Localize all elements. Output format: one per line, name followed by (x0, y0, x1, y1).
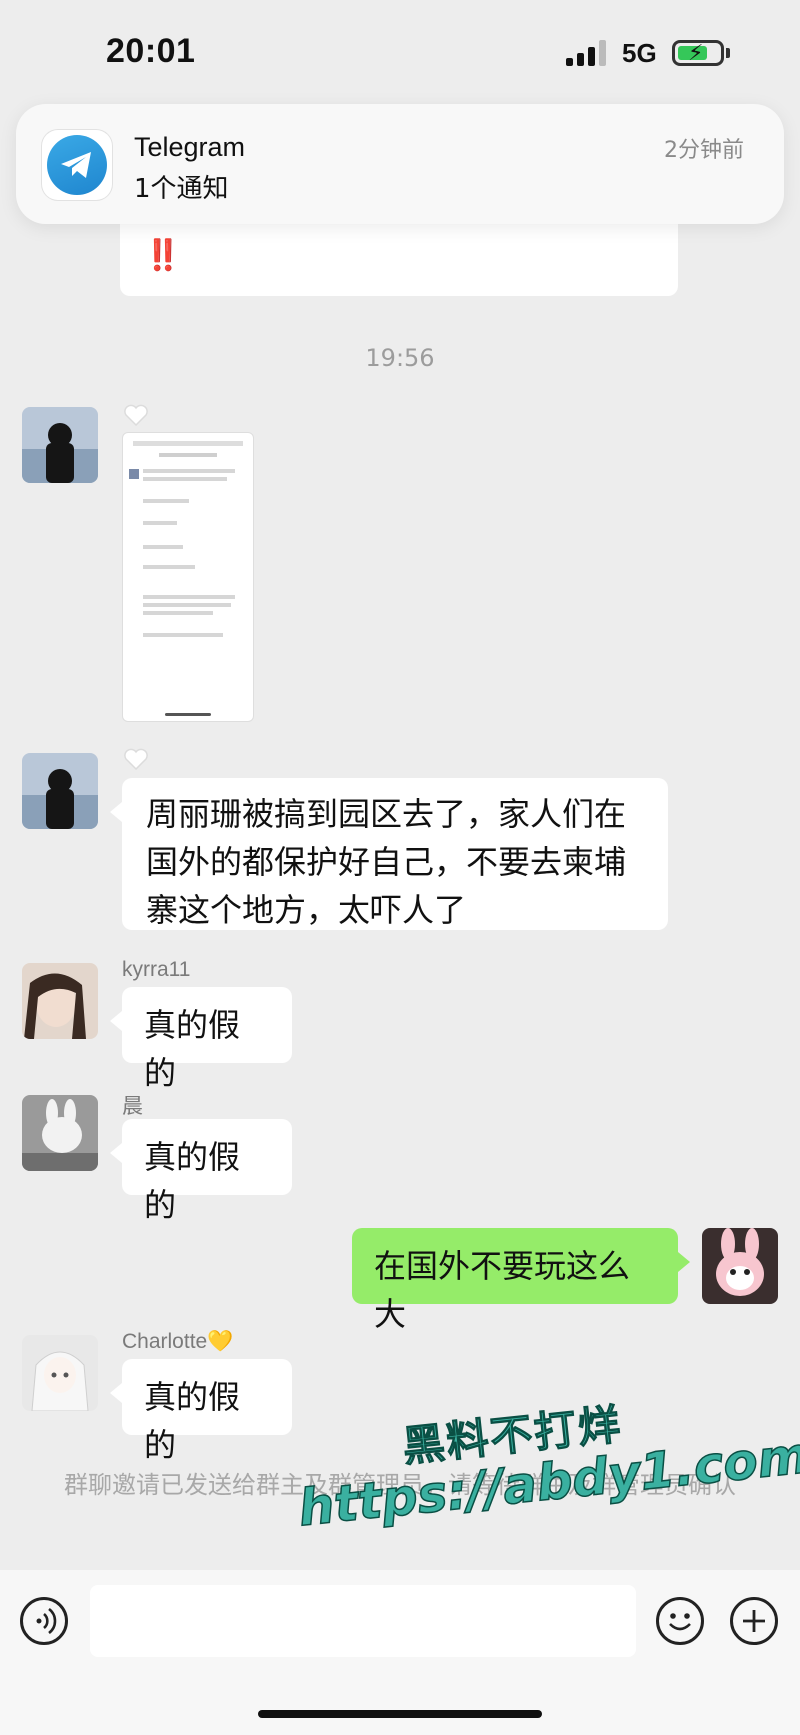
battery-tip (726, 48, 730, 58)
message-text: 真的假的 (144, 1378, 241, 1464)
avatar[interactable] (22, 1095, 98, 1171)
notification-message: 1个通知 (134, 174, 229, 204)
message-text: 在国外不要玩这么大 (374, 1247, 631, 1333)
message-text: 真的假的 (144, 1138, 241, 1224)
battery-icon: ⚡ (672, 40, 724, 66)
exclamation-icon: ‼️ (144, 238, 182, 273)
sender-name: 晨 (122, 1095, 143, 1118)
notification-app-name: Telegram (134, 132, 246, 162)
avatar[interactable] (22, 753, 98, 829)
heart-icon (124, 748, 148, 770)
avatar[interactable] (22, 1335, 98, 1411)
network-type: 5G (622, 38, 657, 68)
watermark: 黑料不打烊 https://abdy1.com (290, 1371, 800, 1538)
message-text: 周丽珊被搞到园区去了，家人们在国外的都保护好自己，不要去柬埔寨这个地方，太吓人了 (146, 795, 627, 929)
voice-icon[interactable] (20, 1597, 68, 1645)
avatar[interactable] (22, 407, 98, 483)
image-message[interactable] (122, 432, 254, 722)
sender-name: Charlotte💛 (122, 1330, 234, 1353)
telegram-icon (42, 130, 112, 200)
message-bubble[interactable]: 真的假的 (110, 1119, 292, 1224)
plus-icon[interactable] (730, 1597, 778, 1645)
message-bubble-sent[interactable]: 在国外不要玩这么大 (352, 1228, 690, 1333)
emoji-icon[interactable] (656, 1597, 704, 1645)
message-bubble[interactable]: 周丽珊被搞到园区去了，家人们在国外的都保护好自己，不要去柬埔寨这个地方，太吓人了 (110, 778, 668, 930)
avatar-self[interactable] (702, 1228, 778, 1304)
home-indicator[interactable] (258, 1710, 542, 1718)
avatar[interactable] (22, 963, 98, 1039)
sender-name: kyrra11 (122, 958, 191, 981)
message-input[interactable] (90, 1585, 636, 1657)
chat-timestamp: 19:56 (365, 344, 435, 372)
message-bubble[interactable]: 真的假的 (110, 1359, 292, 1464)
notification-time: 2分钟前 (664, 138, 744, 163)
signal-icon (566, 40, 610, 66)
notification-banner[interactable] (16, 104, 784, 224)
status-time: 20:01 (106, 32, 196, 70)
message-text: 真的假的 (144, 1006, 241, 1092)
status-bar: 20:01 5G ⚡ (0, 0, 800, 100)
heart-icon (124, 404, 148, 426)
message-bubble[interactable]: 真的假的 (110, 987, 292, 1092)
